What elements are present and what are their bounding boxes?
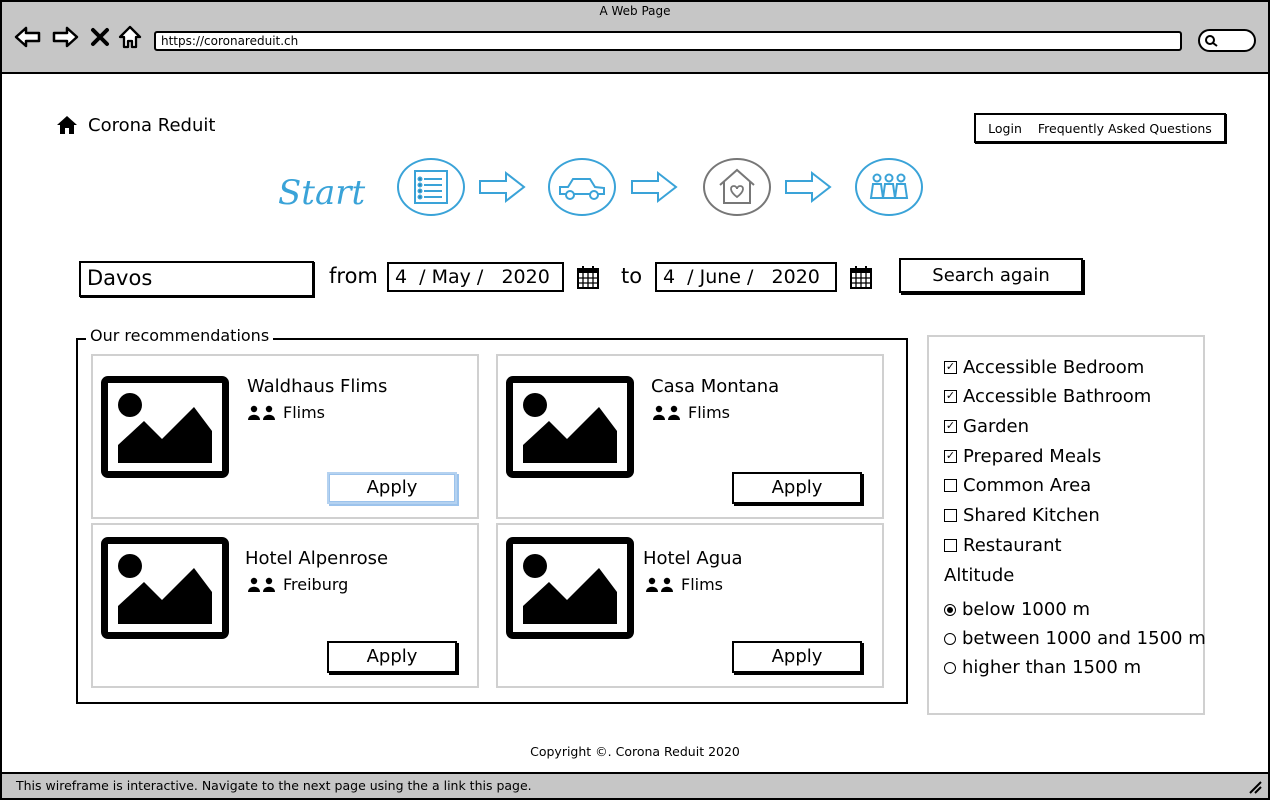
filter-label: Restaurant [963, 535, 1062, 556]
search-again-button[interactable]: Search again [899, 258, 1083, 293]
image-placeholder-icon [101, 376, 229, 478]
hotel-location-text: Freiburg [283, 575, 349, 594]
filter-label: Shared Kitchen [963, 505, 1100, 526]
filter-label: Accessible Bathroom [963, 386, 1152, 407]
people-icon [653, 405, 680, 420]
hotel-location: Flims [652, 403, 730, 422]
altitude-option-label: higher than 1500 m [962, 657, 1142, 678]
altitude-heading: Altitude [944, 565, 1015, 586]
status-text: This wireframe is interactive. Navigate … [16, 778, 532, 793]
checkbox-checked-icon[interactable]: ✓ [944, 450, 957, 463]
url-bar[interactable]: https://coronareduit.ch [154, 31, 1182, 51]
status-bar: This wireframe is interactive. Navigate … [0, 772, 1270, 800]
step-arrow-icon [478, 170, 526, 208]
altitude-option-label: between 1000 and 1500 m [962, 628, 1206, 649]
altitude-option[interactable]: below 1000 m [944, 599, 1090, 620]
step-people-icon [855, 158, 923, 216]
checkbox-checked-icon[interactable]: ✓ [944, 361, 957, 374]
stop-icon[interactable] [88, 24, 112, 50]
from-date-input[interactable]: 4 / May / 2020 [387, 262, 564, 292]
apply-button[interactable]: Apply [732, 641, 862, 673]
from-label: from [329, 264, 378, 288]
hotel-name: Hotel Alpenrose [245, 548, 389, 569]
step-arrow-icon [784, 170, 832, 208]
home-icon [57, 116, 77, 134]
hotel-location-text: Flims [283, 403, 326, 422]
filter-label: Common Area [963, 475, 1092, 496]
hotel-location: Freiburg [247, 575, 348, 594]
filter-accessible-bedroom[interactable]: ✓ Accessible Bedroom [944, 357, 1144, 378]
step-start-label: Start [276, 168, 380, 218]
hotel-location-text: Flims [688, 403, 731, 422]
filter-label: Accessible Bedroom [963, 357, 1145, 378]
filter-prepared-meals[interactable]: ✓ Prepared Meals [944, 446, 1101, 467]
window-title: A Web Page [599, 4, 671, 18]
site-logo[interactable]: Corona Reduit [56, 113, 215, 137]
apply-button[interactable]: Apply [327, 641, 457, 673]
back-icon[interactable] [14, 24, 42, 50]
nav-login[interactable]: Login [988, 121, 1022, 136]
step-arrow-icon [630, 170, 678, 208]
recommendations-legend: Our recommendations [86, 326, 274, 345]
step-car-icon [548, 158, 616, 216]
people-icon [646, 577, 673, 592]
hotel-location: Flims [247, 403, 325, 422]
image-placeholder-icon [506, 376, 634, 478]
checkbox-unchecked-icon[interactable] [944, 479, 957, 492]
radio-unselected-icon[interactable] [944, 632, 956, 645]
filter-accessible-bathroom[interactable]: ✓ Accessible Bathroom [944, 386, 1151, 407]
hotel-location-text: Flims [681, 575, 724, 594]
radio-unselected-icon[interactable] [944, 661, 956, 674]
destination-input[interactable]: Davos [79, 261, 314, 297]
altitude-option[interactable]: between 1000 and 1500 m [944, 628, 1206, 649]
top-nav: Login Frequently Asked Questions [974, 113, 1226, 143]
people-icon [248, 577, 275, 592]
step-form-icon [397, 158, 465, 216]
svg-text:Start: Start [278, 173, 365, 213]
home-nav-icon[interactable] [116, 24, 144, 50]
calendar-icon[interactable] [576, 264, 600, 294]
filter-garden[interactable]: ✓ Garden [944, 416, 1029, 437]
nav-faq[interactable]: Frequently Asked Questions [1038, 121, 1212, 136]
checkbox-unchecked-icon[interactable] [944, 539, 957, 552]
checkbox-checked-icon[interactable]: ✓ [944, 420, 957, 433]
filter-common-area[interactable]: Common Area [944, 475, 1091, 496]
filter-label: Garden [963, 416, 1029, 437]
browser-search-field[interactable] [1198, 29, 1256, 52]
altitude-option-label: below 1000 m [962, 599, 1091, 620]
hotel-location: Flims [645, 575, 723, 594]
forward-icon[interactable] [51, 24, 79, 50]
checkbox-checked-icon[interactable]: ✓ [944, 390, 957, 403]
logo-text: Corona Reduit [88, 114, 216, 136]
filter-label: Prepared Meals [963, 446, 1102, 467]
apply-button[interactable]: Apply [327, 472, 457, 504]
filter-shared-kitchen[interactable]: Shared Kitchen [944, 505, 1100, 526]
calendar-icon[interactable] [849, 264, 873, 294]
search-icon [1205, 35, 1218, 47]
people-icon [248, 405, 275, 420]
copyright-text: Copyright ©. Corona Reduit 2020 [530, 744, 740, 759]
hotel-name: Waldhaus Flims [247, 376, 388, 397]
apply-button[interactable]: Apply [732, 472, 862, 504]
altitude-option[interactable]: higher than 1500 m [944, 657, 1141, 678]
hotel-name: Casa Montana [651, 376, 780, 397]
filter-restaurant[interactable]: Restaurant [944, 535, 1062, 556]
checkbox-unchecked-icon[interactable] [944, 509, 957, 522]
step-house-icon [703, 158, 771, 216]
to-date-input[interactable]: 4 / June / 2020 [655, 262, 837, 292]
resize-grip-icon[interactable] [1248, 780, 1262, 794]
to-label: to [621, 264, 643, 288]
image-placeholder-icon [506, 537, 634, 639]
radio-selected-icon[interactable] [944, 603, 956, 616]
image-placeholder-icon [101, 537, 229, 639]
hotel-name: Hotel Agua [643, 548, 743, 569]
